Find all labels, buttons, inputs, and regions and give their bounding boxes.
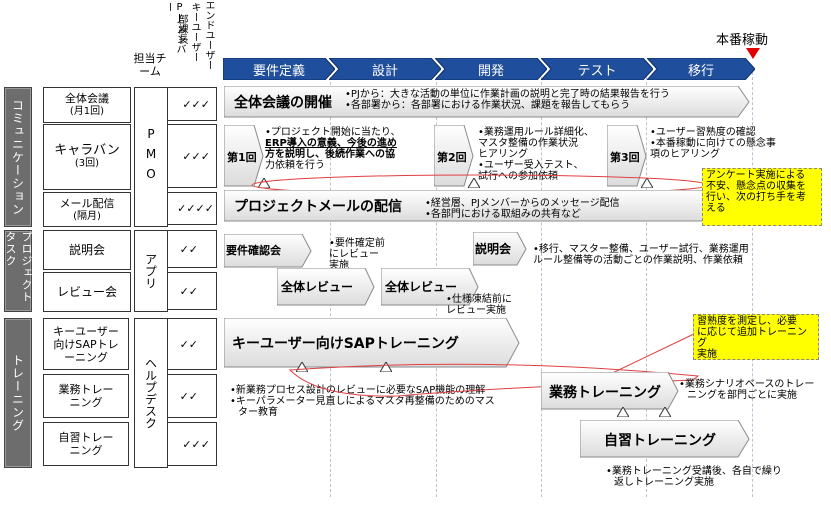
yoken-kakunin-box: 要件確認会 bbox=[224, 234, 312, 268]
milestone-triangle-icon bbox=[659, 407, 671, 417]
zentai-notes: •PJから：大きな活動の単位に作業計画の説明と完了時の結果報告を行う •各部署から… bbox=[345, 89, 670, 111]
phase-label: 設計 bbox=[371, 63, 398, 79]
row-jishu-training: 自習トレーニング bbox=[43, 422, 129, 466]
category-communication: コミュニケーション bbox=[4, 87, 32, 227]
caravan-note-3: •ユーザー習熟度の確認 •本番稼動に向けての懸念事 項のヒアリング bbox=[650, 127, 776, 160]
team-app: アプリ bbox=[134, 230, 168, 312]
zentai-kaigi-title: 全体会議の開催 bbox=[234, 95, 332, 111]
header-enduser: エンドユーザー bbox=[203, 0, 214, 70]
jishu-training-bar: 自習トレーニング bbox=[580, 420, 750, 458]
milestone-label: 本番稼動 bbox=[716, 33, 769, 48]
caravan-note-1: •プロジェクト開始に当たり、 ERP導入の意義、今後の進め 方を説明し、後続作業への… bbox=[265, 127, 401, 171]
header-keyuser: キーユーザー bbox=[189, 2, 200, 62]
row-caravan: キャラバン (3回) bbox=[43, 124, 131, 190]
mail-notes: •経営層、PJメンバーからのメッセージ配信 •各部門における取組みの共有など bbox=[425, 198, 620, 220]
category-training: トレーニング bbox=[4, 318, 32, 468]
phase-yoken: 要件定義 bbox=[223, 58, 335, 80]
row-review: レビュー会 bbox=[43, 272, 131, 312]
anketo-note: アンケート実施による 不安、懸念点の収集を 行い、次の打ち手を考 える bbox=[702, 168, 822, 226]
jishu-notes: •業務トレーニング受講後、各自で繰り 返しトレーニング実施 bbox=[606, 466, 782, 488]
check-cell: ✓✓ bbox=[167, 272, 217, 310]
phase-label: 移行 bbox=[687, 63, 714, 79]
team-pmo: PMO bbox=[134, 87, 168, 227]
phase-label: テスト bbox=[577, 63, 617, 79]
row-sap-training: キーユーザー向けSAPトレーニング bbox=[43, 318, 129, 370]
header-tanto: 担当チーム bbox=[133, 52, 167, 78]
check-cell: ✓✓ bbox=[167, 318, 217, 370]
check-cell: ✓✓✓ bbox=[167, 422, 217, 466]
phase-label: 開発 bbox=[477, 63, 504, 79]
phase-label: 要件定義 bbox=[252, 63, 305, 79]
team-helpdesk: ヘルプデスク bbox=[134, 318, 168, 468]
row-setsumeikai: 説明会 bbox=[43, 230, 131, 270]
setsumeikai-box: 説明会 bbox=[473, 232, 527, 266]
gyomu-notes: •業務シナリオベースのトレー ニングを部門ごとに実施 bbox=[679, 379, 815, 401]
phase-kaihatsu: 開発 bbox=[435, 58, 547, 80]
row-zentai-kaigi: 全体会議 (月1回) bbox=[43, 87, 131, 123]
review-notes: •仕様凍結前に レビュー実施 bbox=[446, 294, 512, 316]
check-cell: ✓✓✓✓ bbox=[167, 192, 217, 225]
zentai-review-1: 全体レビュー bbox=[277, 268, 375, 306]
check-cell: ✓✓✓ bbox=[167, 87, 217, 121]
setsumeikai-notes: •移行、マスター整備、ユーザー試行、業務運用 ルール整備等の活動ごとの作業説明、作… bbox=[533, 244, 749, 266]
row-mail: メール配信 (隔月) bbox=[43, 192, 131, 227]
milestone-triangle-icon bbox=[617, 407, 629, 417]
row-gyomu-training: 業務トレーニング bbox=[43, 374, 129, 418]
category-project-task: プロジェクトタスク bbox=[4, 230, 33, 312]
header-bucho: 部課長 bbox=[176, 14, 187, 44]
check-cell: ✓✓✓ bbox=[167, 124, 217, 188]
check-cell: ✓✓ bbox=[167, 230, 217, 268]
check-cell: ✓✓ bbox=[167, 374, 217, 418]
phase-sekkei: 設計 bbox=[329, 58, 441, 80]
gyomu-training-bar: 業務トレーニング bbox=[541, 372, 679, 410]
phase-iko: 移行 bbox=[647, 58, 755, 80]
yoken-notes: •要件確定前 にレビュー 実施 bbox=[329, 238, 385, 271]
phase-test: テスト bbox=[541, 58, 653, 80]
jyukudo-note: 習熟度を測定し、必要 に応じて追加トレーニング 実施 bbox=[693, 314, 819, 360]
mail-title: プロジェクトメールの配信 bbox=[234, 199, 402, 215]
